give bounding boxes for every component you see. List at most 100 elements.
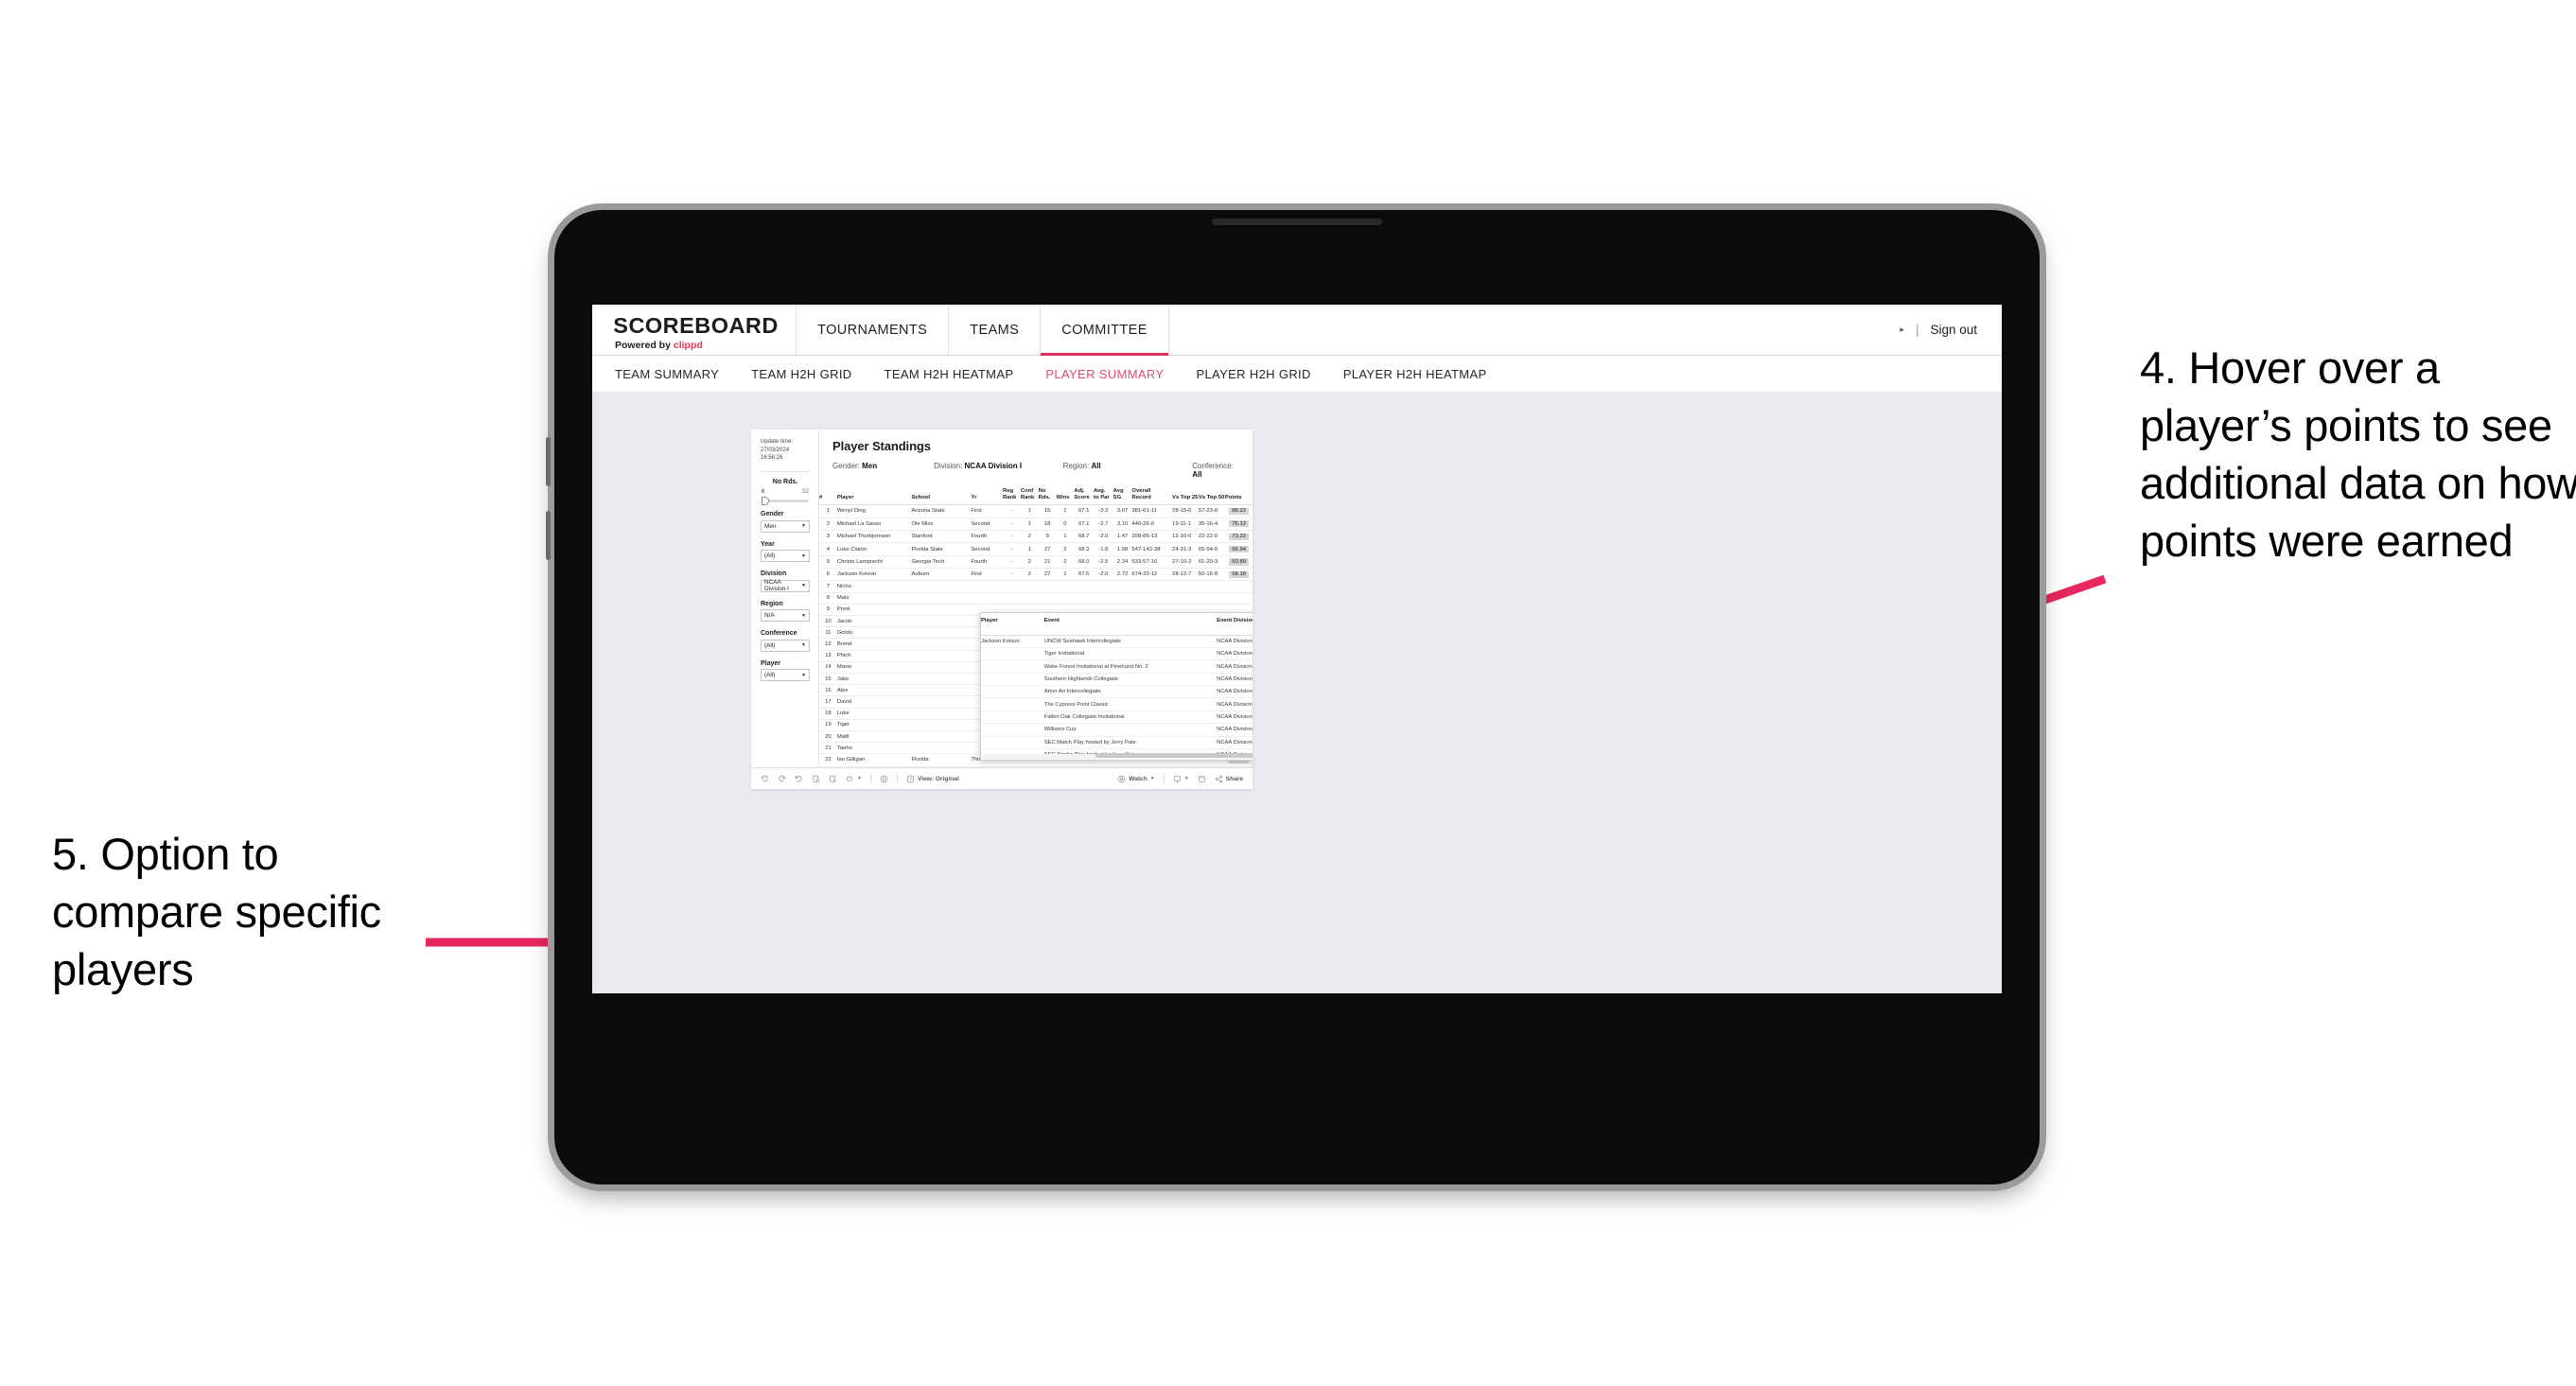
tablet-speaker: [1212, 219, 1382, 225]
sub-navigation-bar: TEAM SUMMARY TEAM H2H GRID TEAM H2H HEAT…: [592, 356, 2002, 393]
subscribe-icon[interactable]: ▼: [1173, 775, 1189, 783]
table-cell: Prest: [836, 604, 912, 617]
report-area: Player Standings Gender: Men Division: N…: [819, 430, 1253, 767]
table-cell: 9: [1038, 530, 1057, 544]
table-row[interactable]: 23Jack LundinMissouriFourth-1124068.5-2.…: [819, 766, 1253, 767]
table-cell: 68.5: [1074, 766, 1094, 767]
undo-icon[interactable]: [761, 775, 769, 783]
tooltip-horizontal-scrollbar[interactable]: [982, 753, 1253, 759]
pause-refresh-icon[interactable]: [829, 775, 837, 783]
table-cell: [911, 626, 972, 640]
column-header-points[interactable]: Points: [1224, 484, 1253, 506]
points-value[interactable]: 66.94: [1229, 545, 1249, 553]
table-row[interactable]: 4 Luke Claton Florida State Second -1 27 2 68.2…: [819, 542, 1253, 556]
column-header-[interactable]: #: [819, 484, 837, 506]
column-header-avg-to-par[interactable]: Avg. to Par: [1094, 484, 1113, 506]
cell-points[interactable]: 40.27: [1224, 766, 1253, 767]
filter-player: Player (All) ▼: [761, 660, 810, 682]
cell-points[interactable]: 66.94: [1224, 542, 1253, 556]
player-select[interactable]: (All) ▼: [761, 669, 810, 682]
points-breakdown-tooltip[interactable]: PlayerEventEvent DivisionEvent TypeRound…: [980, 612, 1253, 761]
table-cell: Mats: [836, 592, 912, 605]
column-header-avg-sg[interactable]: Avg SG: [1113, 484, 1132, 506]
table-cell: Fourth: [971, 555, 1003, 570]
table-cell: 15: [1038, 504, 1057, 518]
nav-tab-teams[interactable]: TEAMS: [949, 305, 1042, 355]
column-header-reg-rank[interactable]: Reg Rank: [1002, 484, 1021, 506]
nav-tab-tournaments[interactable]: TOURNAMENTS: [797, 305, 950, 355]
points-value[interactable]: 76.12: [1229, 520, 1249, 528]
year-select[interactable]: (All) ▼: [761, 550, 810, 563]
column-header-vs-top-25[interactable]: Vs Top 25: [1172, 484, 1199, 506]
revert-icon[interactable]: [795, 775, 803, 783]
table-cell: 68.2: [1074, 542, 1094, 556]
sign-out-link[interactable]: Sign out: [1930, 323, 1977, 337]
table-row[interactable]: 2 Michael La Sasso Ole Miss Second -1 18 0 67.1…: [819, 518, 1253, 531]
column-header-overall-record[interactable]: Overall Record: [1131, 484, 1173, 506]
slider-track[interactable]: [762, 497, 809, 506]
table-cell: 208-86-13: [1131, 530, 1173, 544]
table-row[interactable]: 1 Wenyi Ding Arizona State First -1 15 1 67.1 -3…: [819, 504, 1253, 518]
slider-handle[interactable]: [762, 497, 769, 506]
gender-select[interactable]: Men ▼: [761, 519, 810, 533]
column-header-school[interactable]: School: [911, 484, 972, 506]
save-icon[interactable]: [812, 775, 820, 783]
conference-select[interactable]: (All) ▼: [761, 639, 810, 652]
redo-icon[interactable]: [778, 775, 786, 783]
refresh-dropdown-icon[interactable]: ▼: [846, 775, 862, 783]
subtab-player-h2h-heatmap[interactable]: PLAYER H2H HEATMAP: [1343, 367, 1487, 381]
table-cell: Wenyi Ding: [836, 504, 912, 518]
subtab-player-h2h-grid[interactable]: PLAYER H2H GRID: [1196, 367, 1310, 381]
no-rounds-slider[interactable]: No Rds. 6 52: [761, 479, 810, 506]
share-button[interactable]: Share: [1215, 775, 1243, 783]
brand-logo[interactable]: SCOREBOARD Powered by clippd: [592, 305, 797, 355]
table-row[interactable]: 6 Jackson Koivun Auburn First -2 27 1 67.5 -2.0 2…: [819, 568, 1253, 582]
table-row[interactable]: 5 Christo Lamprecht Georgia Tech Fourth -2 21…: [819, 555, 1253, 570]
table-row[interactable]: 3 Michael Thorbjornsen Stanford Fourth -2 9 1 6…: [819, 530, 1253, 544]
tooltip-cell: NCAA Division I: [1217, 711, 1253, 725]
column-header-player[interactable]: Player: [836, 484, 912, 506]
column-header-vs-top-50[interactable]: Vs Top 50: [1198, 484, 1225, 506]
table-cell: [911, 592, 972, 605]
pause-auto-update-icon[interactable]: [880, 775, 888, 783]
table-cell: [1131, 592, 1173, 605]
fullscreen-icon[interactable]: [1198, 775, 1206, 783]
tablet-button-volume-up[interactable]: [546, 437, 551, 486]
chevron-icon[interactable]: ▸: [1900, 325, 1904, 335]
column-header-wins[interactable]: Wins: [1056, 484, 1075, 506]
cell-points[interactable]: 60.89: [1224, 555, 1253, 570]
annotation-compare-players: 5. Option to compare specific players: [52, 829, 381, 995]
table-cell: [1113, 592, 1132, 605]
points-value[interactable]: 73.22: [1229, 533, 1249, 540]
tablet-button-volume-down[interactable]: [546, 511, 551, 560]
table-cell: 8: [819, 592, 837, 605]
column-header-no-rds[interactable]: No Rds.: [1038, 484, 1057, 506]
subtab-team-summary[interactable]: TEAM SUMMARY: [615, 367, 719, 381]
subtab-player-summary[interactable]: PLAYER SUMMARY: [1045, 367, 1164, 381]
subtab-team-h2h-grid[interactable]: TEAM H2H GRID: [751, 367, 851, 381]
column-header-adj-score[interactable]: Adj. Score: [1074, 484, 1094, 506]
view-original-button[interactable]: View: Original: [906, 775, 959, 783]
column-header-conf-rank[interactable]: Conf Rank: [1020, 484, 1039, 506]
nav-tab-committee[interactable]: COMMITTEE: [1041, 305, 1169, 356]
column-header-yr[interactable]: Yr: [971, 484, 1003, 506]
table-cell: 2: [819, 518, 837, 531]
scrollbar-thumb[interactable]: [1095, 753, 1253, 758]
table-row[interactable]: 7 Nicho: [819, 580, 1253, 593]
cell-points[interactable]: 88.22: [1224, 504, 1253, 518]
division-select[interactable]: NCAA Division I ▼: [761, 579, 810, 592]
points-value[interactable]: 88.22: [1229, 507, 1249, 515]
table-cell: -: [1002, 555, 1021, 570]
watch-button[interactable]: Watch ▼: [1117, 775, 1155, 783]
standings-table-container[interactable]: # Player School Yr Reg Rank Conf Rank No Rds. Wins…: [819, 484, 1253, 767]
table-row[interactable]: 8 Mats: [819, 592, 1253, 605]
tooltip-row: SEC Match Play hosted by Jerry Pate NCAA …: [981, 736, 1253, 749]
points-value[interactable]: 60.89: [1229, 558, 1249, 566]
cell-points[interactable]: 73.22: [1224, 530, 1253, 544]
table-cell: 1: [1056, 504, 1075, 518]
region-select[interactable]: N/A ▼: [761, 609, 810, 623]
points-value[interactable]: 58.18: [1229, 570, 1249, 578]
cell-points[interactable]: 58.18: [1224, 568, 1253, 582]
cell-points[interactable]: 76.12: [1224, 518, 1253, 531]
subtab-team-h2h-heatmap[interactable]: TEAM H2H HEATMAP: [885, 367, 1014, 381]
